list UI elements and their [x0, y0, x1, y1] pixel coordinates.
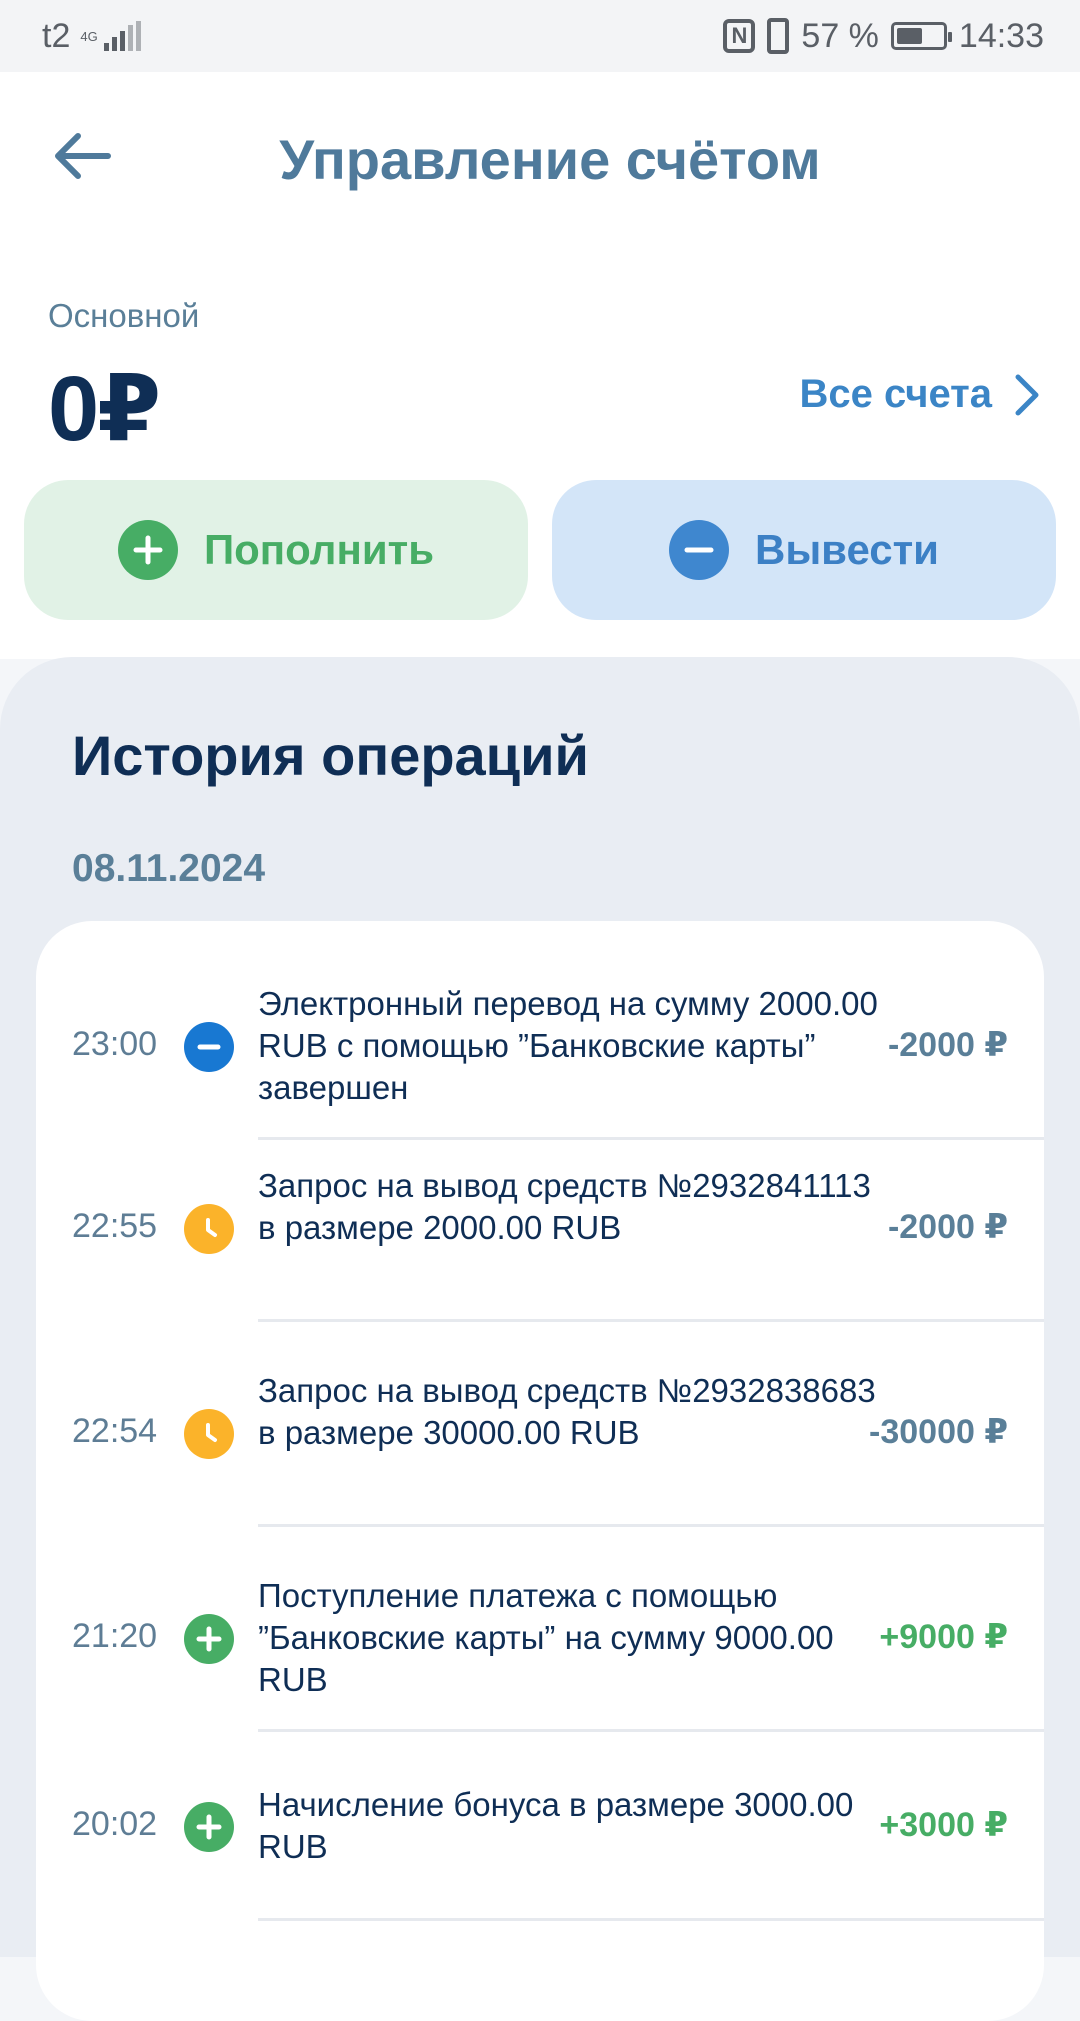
operations-history: История операций 08.11.2024 23:00 Электр…: [0, 657, 1080, 2021]
vibrate-icon: [767, 18, 790, 54]
list-item[interactable]: 22:54 Запрос на вывод средств №293283868…: [36, 1348, 1044, 1554]
divider: [258, 1729, 1044, 1732]
operations-list: 23:00 Электронный перевод на сумму 2000.…: [36, 921, 1044, 2021]
minus-circle-icon: [184, 1022, 234, 1072]
account-section: Основной 0₽ Все счета Пополнить Вывести: [0, 247, 1080, 659]
clock-icon: [184, 1409, 234, 1459]
operation-description: Запрос на вывод средств №2932838683 в ра…: [258, 1372, 876, 1451]
list-item[interactable]: 20:02 Начисление бонуса в размере 3000.0…: [36, 1758, 1044, 1964]
operation-amount: -2000 ₽: [887, 1208, 1008, 1246]
withdraw-label: Вывести: [754, 526, 940, 573]
operation-description: Поступление платежа с помощью ”Банковски…: [258, 1577, 834, 1698]
account-name: Основной: [48, 297, 200, 334]
status-left: t2 4G: [42, 17, 141, 56]
operation-description: Запрос на вывод средств №2932841113 в ра…: [258, 1167, 871, 1246]
operation-amount: +3000 ₽: [879, 1806, 1008, 1844]
divider: [258, 1524, 1044, 1527]
operation-time: 22:54: [72, 1412, 158, 1450]
plus-circle-icon: [117, 520, 178, 580]
carrier-name: t2: [42, 16, 71, 55]
list-item[interactable]: 23:00 Электронный перевод на сумму 2000.…: [36, 961, 1044, 1167]
operation-description: Начисление бонуса в размере 3000.00 RUB: [258, 1786, 854, 1865]
all-accounts-link[interactable]: Все счета: [800, 372, 1040, 417]
status-right: N 57 % 14:33: [723, 17, 1044, 56]
all-accounts-label: Все счета: [799, 372, 992, 416]
topup-label: Пополнить: [203, 526, 435, 573]
history-title: История операций: [72, 724, 589, 787]
list-item[interactable]: 21:20 Поступление платежа с помощью ”Бан…: [36, 1553, 1044, 1759]
network-label: 4G: [80, 28, 98, 44]
operation-amount: +9000 ₽: [879, 1618, 1008, 1656]
battery-percent: 57 %: [801, 16, 879, 55]
page-title: Управление счётом: [279, 128, 821, 191]
plus-circle-icon: [184, 1802, 234, 1852]
status-bar: t2 4G N 57 % 14:33: [0, 0, 1080, 72]
operation-time: 21:20: [72, 1617, 158, 1655]
operation-amount: -2000 ₽: [887, 1026, 1008, 1064]
topup-button[interactable]: Пополнить: [24, 480, 528, 620]
divider: [258, 1137, 1044, 1140]
divider: [258, 1319, 1044, 1322]
minus-circle-icon: [668, 520, 729, 580]
operation-time: 20:02: [72, 1805, 158, 1843]
clock-icon: [184, 1204, 234, 1254]
account-balance: 0₽: [48, 358, 161, 460]
signal-icon: [103, 21, 141, 51]
clock: 14:33: [958, 16, 1044, 55]
nfc-icon: N: [723, 19, 756, 53]
operation-description: Электронный перевод на сумму 2000.00 RUB…: [258, 985, 878, 1106]
network-type: 4G: [80, 30, 97, 43]
operation-amount: -30000 ₽: [869, 1413, 1008, 1451]
chevron-right-icon: [1015, 374, 1039, 415]
history-date: 08.11.2024: [72, 847, 266, 890]
plus-circle-icon: [184, 1614, 234, 1664]
battery-icon: [890, 22, 952, 50]
operation-time: 23:00: [72, 1025, 158, 1063]
withdraw-button[interactable]: Вывести: [552, 480, 1056, 620]
operation-time: 22:55: [72, 1207, 158, 1245]
list-item[interactable]: 22:55 Запрос на вывод средств №293284111…: [36, 1143, 1044, 1349]
app-header: Управление счётом: [0, 72, 1080, 247]
